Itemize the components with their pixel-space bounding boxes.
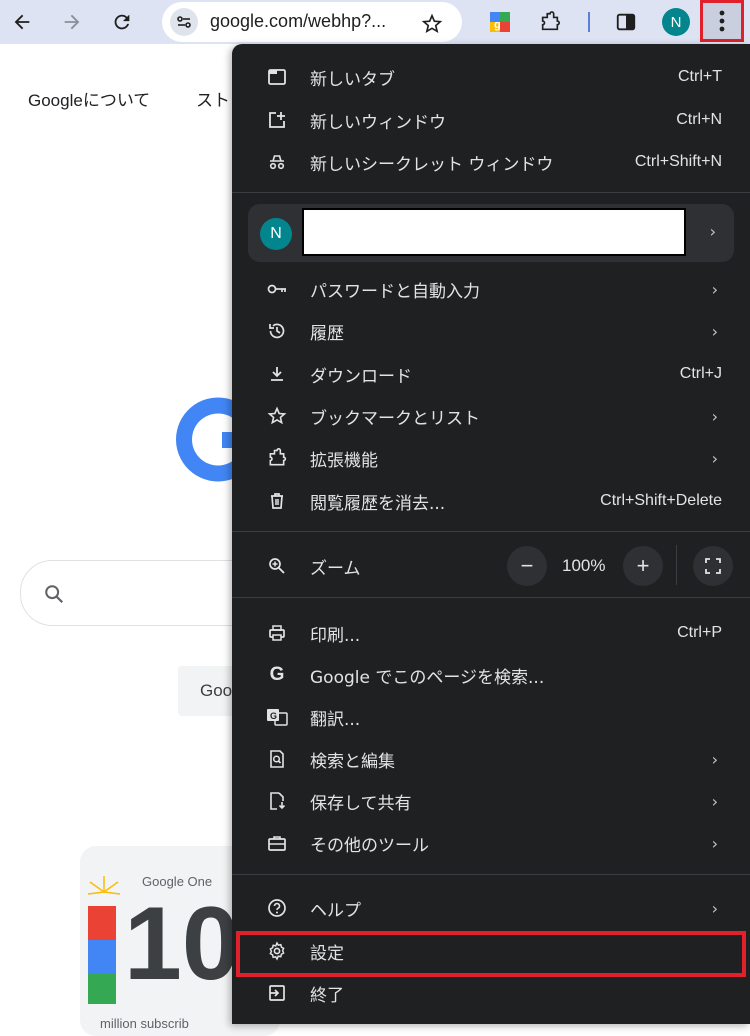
save-share-icon: [266, 790, 288, 812]
new-tab-icon: [266, 66, 288, 88]
menu-separator: [232, 192, 750, 193]
menu-separator: [232, 874, 750, 875]
star-icon: [266, 405, 288, 427]
menu-more-tools[interactable]: その他のツール ›: [232, 823, 750, 863]
address-bar[interactable]: google.com/webhp?...: [162, 2, 462, 42]
zoom-out-button[interactable]: −: [507, 546, 547, 586]
menu-clear-browsing-data[interactable]: 閲覧履歴を消去... Ctrl+Shift+Delete: [232, 481, 750, 521]
menu-exit[interactable]: 終了: [232, 973, 750, 1013]
incognito-icon: [266, 151, 288, 173]
menu-downloads[interactable]: ダウンロード Ctrl+J: [232, 354, 750, 394]
google-g-icon: G: [269, 664, 285, 685]
zoom-in-button[interactable]: +: [623, 546, 663, 586]
search-icon: [45, 585, 64, 604]
exit-icon: [266, 982, 288, 1004]
menu-zoom: ズーム: [232, 546, 750, 586]
zoom-divider: [676, 545, 677, 585]
chevron-right-icon: ›: [711, 833, 718, 853]
redacted-profile-name: [302, 208, 686, 256]
chevron-right-icon: ›: [709, 222, 716, 241]
svg-text:G: G: [270, 711, 277, 721]
zoom-icon: [266, 555, 288, 577]
menu-save-and-share[interactable]: 保存して共有 ›: [232, 781, 750, 821]
help-icon: [266, 897, 288, 919]
trash-icon: [266, 490, 288, 512]
settings-highlight-box: [236, 931, 746, 977]
bookmark-star-icon[interactable]: [416, 8, 448, 40]
zoom-level: 100%: [562, 556, 606, 575]
key-icon: [266, 278, 288, 300]
chevron-right-icon: ›: [711, 279, 718, 299]
chevron-right-icon: ›: [711, 749, 718, 769]
chevron-right-icon: ›: [711, 898, 718, 918]
menu-history[interactable]: 履歴 ›: [232, 311, 750, 351]
find-icon: [266, 748, 288, 770]
menu-search-with-google[interactable]: G Google でこのページを検索...: [232, 655, 750, 695]
menu-passwords-autofill[interactable]: パスワードと自動入力 ›: [232, 269, 750, 309]
fullscreen-button[interactable]: [693, 546, 733, 586]
print-icon: [266, 622, 288, 644]
menu-profile-row[interactable]: N ›: [248, 204, 734, 262]
promo-digits: 10: [124, 886, 240, 1002]
menu-new-incognito[interactable]: 新しいシークレット ウィンドウ Ctrl+Shift+N: [232, 142, 750, 182]
menu-help[interactable]: ヘルプ ›: [232, 888, 750, 928]
side-panel-icon[interactable]: [610, 6, 642, 38]
chevron-right-icon: ›: [711, 321, 718, 341]
toolbox-icon: [266, 832, 288, 854]
menu-bookmarks[interactable]: ブックマークとリスト ›: [232, 396, 750, 436]
svg-text:g: g: [494, 19, 501, 31]
forward-icon[interactable]: [56, 6, 88, 38]
fullscreen-icon: [705, 558, 721, 574]
menu-translate[interactable]: G 翻訳...: [232, 697, 750, 737]
menu-extensions[interactable]: 拡張機能 ›: [232, 438, 750, 478]
chevron-right-icon: ›: [711, 406, 718, 426]
about-google-link[interactable]: Googleについて: [28, 86, 150, 111]
extensions-puzzle-icon[interactable]: [534, 6, 566, 38]
browser-toolbar: google.com/webhp?... g N: [0, 0, 750, 44]
menu-new-tab[interactable]: 新しいタブ Ctrl+T: [232, 57, 750, 97]
menu-separator: [232, 597, 750, 598]
menu-print[interactable]: 印刷... Ctrl+P: [232, 613, 750, 653]
profile-avatar[interactable]: N: [662, 8, 690, 36]
toolbar-divider: [588, 12, 590, 32]
store-link[interactable]: スト: [196, 86, 230, 111]
chevron-right-icon: ›: [711, 791, 718, 811]
translate-icon: G: [266, 706, 288, 728]
chrome-menu-button[interactable]: [700, 0, 744, 42]
history-icon: [266, 320, 288, 342]
profile-avatar-large: N: [260, 218, 292, 250]
google-one-1-glyph: [88, 906, 116, 1004]
menu-separator: [232, 531, 750, 532]
reload-icon[interactable]: [106, 6, 138, 38]
new-window-icon: [266, 109, 288, 131]
back-icon[interactable]: [6, 6, 38, 38]
menu-find-and-edit[interactable]: 検索と編集 ›: [232, 739, 750, 779]
google-maps-extension-icon[interactable]: g: [484, 6, 516, 38]
extension-icon: [266, 447, 288, 469]
url-text: google.com/webhp?...: [210, 11, 387, 31]
chrome-menu: 新しいタブ Ctrl+T 新しいウィンドウ Ctrl+N 新しいシークレット ウ…: [232, 44, 750, 1024]
menu-new-window[interactable]: 新しいウィンドウ Ctrl+N: [232, 100, 750, 140]
kebab-menu-icon: [719, 10, 725, 32]
download-icon: [266, 363, 288, 385]
site-info-icon[interactable]: [170, 8, 198, 36]
chevron-right-icon: ›: [711, 448, 718, 468]
